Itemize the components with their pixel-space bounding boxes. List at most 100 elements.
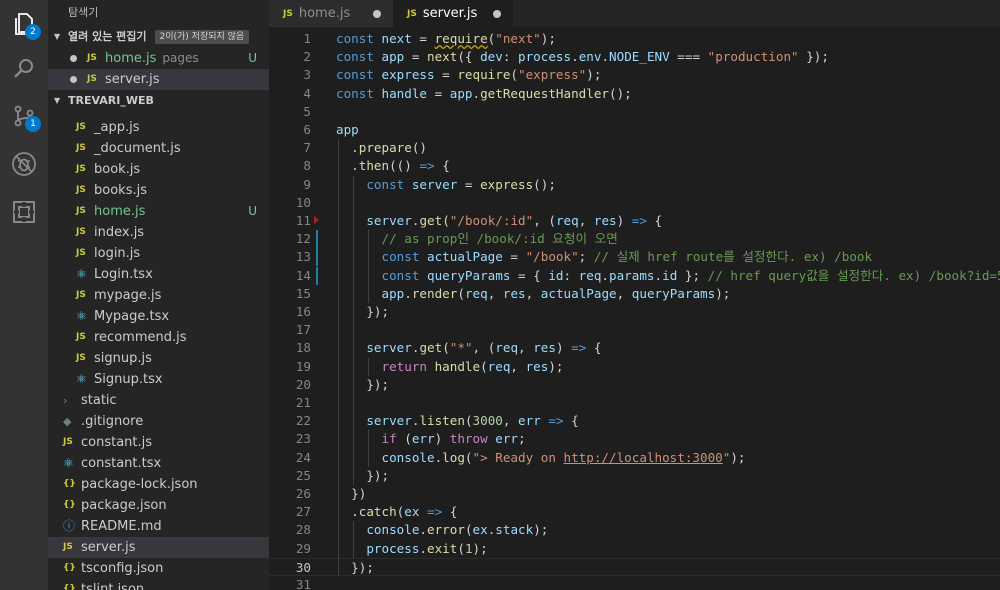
open-editor-item[interactable]: JS home.js pages U xyxy=(48,48,269,69)
open-editor-item[interactable]: JS server.js xyxy=(48,69,269,90)
code-line[interactable]: 8 .then(() => { xyxy=(269,157,1000,175)
code-line[interactable]: 7 .prepare() xyxy=(269,139,1000,157)
code-line[interactable]: 25 }); xyxy=(269,467,1000,485)
code-token: ) xyxy=(616,213,632,228)
code-line[interactable]: 13 const actualPage = "/book"; // 실제 hre… xyxy=(269,248,1000,267)
code-line[interactable]: 4 const handle = app.getRequestHandler(); xyxy=(269,85,1000,103)
code-text: process.exit(1); xyxy=(336,540,487,558)
code-line[interactable]: 16 }); xyxy=(269,303,1000,321)
file-tree-item[interactable]: ⚛ Signup.tsx xyxy=(48,369,269,390)
code-token: actualPage xyxy=(427,249,503,265)
code-token: queryParams xyxy=(631,285,716,301)
file-tree-item[interactable]: JS book.js xyxy=(48,159,269,180)
debug-icon[interactable] xyxy=(0,140,48,188)
code-line[interactable]: 10 xyxy=(269,194,1000,212)
file-name: mypage.js xyxy=(94,288,162,303)
file-tree-item[interactable]: JS _app.js xyxy=(48,117,269,138)
code-line[interactable]: 19 return handle(req, res); xyxy=(269,358,1000,376)
search-icon[interactable] xyxy=(0,44,48,92)
file-tree-item[interactable]: {} tsconfig.json xyxy=(48,558,269,579)
code-token: req xyxy=(578,267,602,283)
file-tree-item[interactable]: JS books.js xyxy=(48,180,269,201)
code-line[interactable]: 22 server.listen(3000, err => { xyxy=(269,412,1000,430)
code-line[interactable]: 20 }); xyxy=(269,376,1000,394)
code-line[interactable]: 26 }) xyxy=(269,485,1000,503)
code-line[interactable]: 21 xyxy=(269,394,1000,412)
code-token: ( xyxy=(442,213,450,228)
file-tree-item[interactable]: JS _document.js xyxy=(48,138,269,159)
unsaved-dot-icon[interactable] xyxy=(373,9,381,18)
file-tree-item[interactable]: JS recommend.js xyxy=(48,327,269,348)
code-line[interactable]: 27 .catch(ex => { xyxy=(269,503,1000,521)
code-line[interactable]: 1 const next = require("next"); xyxy=(269,30,1000,48)
code-line[interactable]: 31 xyxy=(269,576,1000,590)
code-line[interactable]: 2 const app = next({ dev: process.env.NOD… xyxy=(269,48,1000,66)
file-tree-item[interactable]: JS signup.js xyxy=(48,348,269,369)
file-tree-item[interactable]: JS constant.js xyxy=(48,432,269,453)
code-token: () xyxy=(411,140,427,156)
file-tree-item[interactable]: ⚛ constant.tsx xyxy=(48,453,269,474)
code-token: const xyxy=(336,31,382,46)
code-line[interactable]: 23 if (err) throw err; xyxy=(269,430,1000,448)
file-tree-item[interactable]: JS mypage.js xyxy=(48,285,269,306)
code-text: const actualPage = "/book"; // 실제 href r… xyxy=(336,248,873,266)
code-line[interactable]: 14 const queryParams = { id: req.params.… xyxy=(269,266,1000,285)
file-tree-item[interactable]: {} package-lock.json xyxy=(48,474,269,495)
tab-server-js[interactable]: JS server.js xyxy=(393,0,513,27)
code-token: return xyxy=(381,358,435,374)
code-editor[interactable]: 1 const next = require("next"); 2 const app… xyxy=(269,27,1000,590)
code-line[interactable]: 6 app xyxy=(269,121,1000,139)
unsaved-dot-icon[interactable] xyxy=(493,9,501,18)
file-tree-item[interactable]: {} tslint.json xyxy=(48,579,269,590)
line-number: 18 xyxy=(295,340,311,356)
code-line[interactable]: 11 server.get("/book/:id", (req, res) =>… xyxy=(269,212,1000,230)
line-number: 21 xyxy=(295,395,311,410)
indent-guide xyxy=(353,521,355,558)
file-tree-item[interactable]: JS login.js xyxy=(48,243,269,264)
json-file-icon: {} xyxy=(63,500,76,510)
js-file-icon: JS xyxy=(76,206,86,216)
file-tree-item[interactable]: ⚛ Mypage.tsx xyxy=(48,306,269,327)
file-tree-item[interactable]: ◆ .gitignore xyxy=(48,411,269,432)
js-file-icon: JS xyxy=(87,53,97,63)
file-tree-item[interactable]: JS home.js U xyxy=(48,201,269,222)
code-line[interactable]: 28 console.error(ex.stack); xyxy=(269,521,1000,539)
tab-home-js[interactable]: JS home.js xyxy=(269,0,393,27)
code-line[interactable]: 18 server.get("*", (req, res) => { xyxy=(269,339,1000,357)
code-text: const express = require("express"); xyxy=(336,66,601,84)
file-tree-item[interactable]: ⚛ Login.tsx xyxy=(48,264,269,285)
file-tree-item[interactable]: › static xyxy=(48,390,269,411)
indent-guide xyxy=(338,139,339,576)
file-tree-item[interactable]: {} package.json xyxy=(48,495,269,516)
code-token: { xyxy=(442,504,458,520)
code-line[interactable]: 12 // as prop인 /book/:id 요청이 오면 xyxy=(269,230,1000,249)
code-line[interactable]: 30 }); xyxy=(269,557,1000,576)
extensions-icon[interactable] xyxy=(0,188,48,236)
file-tree-item[interactable]: JS index.js xyxy=(48,222,269,243)
code-token: }); xyxy=(336,376,390,392)
code-line[interactable]: 29 process.exit(1); xyxy=(269,540,1000,558)
code-token: : xyxy=(563,267,579,283)
file-tree-item[interactable]: ⓘ README.md xyxy=(48,516,269,537)
code-token: res xyxy=(533,340,556,356)
code-token: dev xyxy=(480,49,503,65)
code-line[interactable]: 24 console.log("> Ready on http://localh… xyxy=(269,449,1000,467)
code-line[interactable]: 15 app.render(req, res, actualPage, quer… xyxy=(269,285,1000,303)
code-line[interactable]: 9 const server = express(); xyxy=(269,176,1000,194)
code-line[interactable]: 5 xyxy=(269,103,1000,121)
code-line[interactable]: 17 xyxy=(269,321,1000,339)
unsaved-dot-icon[interactable] xyxy=(70,55,77,62)
unsaved-dot-icon[interactable] xyxy=(70,76,77,83)
code-text: console.log("> Ready on http://localhost… xyxy=(336,449,746,467)
code-token: NODE_ENV xyxy=(609,49,670,65)
source-control-icon[interactable]: 1 xyxy=(0,92,48,140)
explorer-icon[interactable]: 2 xyxy=(0,0,48,48)
code-token: "next" xyxy=(495,31,541,46)
open-editors-header[interactable]: ▼ 열려 있는 편집기 2이(가) 저장되지 않음 xyxy=(48,26,269,48)
project-header[interactable]: ▼ TREVARI_WEB xyxy=(48,90,269,112)
code-line[interactable]: 3 const express = require("express"); xyxy=(269,66,1000,84)
code-token: ( xyxy=(464,522,473,538)
file-tree-item[interactable]: JS server.js xyxy=(48,537,269,558)
